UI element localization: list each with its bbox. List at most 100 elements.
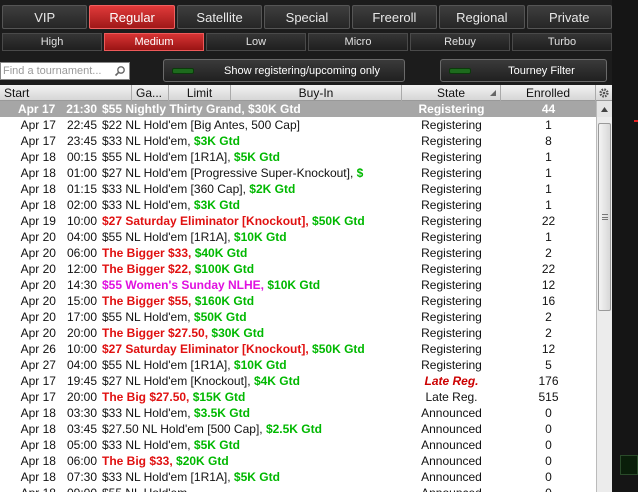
lobby-window: VIP Regular Satellite Special Freeroll Region…	[0, 0, 638, 492]
speed-tab-medium[interactable]: Medium	[104, 33, 204, 51]
name-text: $27 Saturday Eliminator [Knockout],	[102, 342, 313, 356]
tournament-name: The Big $27.50, $15K Gtd	[99, 389, 402, 405]
guarantee-text: $	[356, 166, 364, 180]
tournament-name: $33 NL Hold'em, $3K Gtd	[99, 133, 402, 149]
table-row[interactable]: Apr 26 10:00 $27 Saturday Eliminator [Kno…	[0, 341, 596, 357]
state-text: Announced	[421, 470, 482, 484]
state-cell: Registering	[402, 261, 501, 277]
table-row[interactable]: Apr 18 02:00 $33 NL Hold'em, $3K Gtd Regis…	[0, 197, 596, 213]
table-row[interactable]: Apr 27 04:00 $55 NL Hold'em [1R1A], $10K …	[0, 357, 596, 373]
tab-satellite[interactable]: Satellite	[176, 5, 263, 29]
state-cell: Announced	[402, 453, 501, 469]
enrolled-count: 12	[541, 342, 556, 356]
scroll-up-icon[interactable]	[597, 101, 612, 117]
guarantee-text: $2K Gtd	[249, 182, 296, 196]
start-time: 00:15	[66, 150, 97, 164]
guarantee-text: $3K Gtd	[193, 134, 240, 148]
tab-regular[interactable]: Regular	[89, 5, 175, 29]
table-row[interactable]: Apr 20 15:00 The Bigger $55, $160K Gtd Reg…	[0, 293, 596, 309]
scroll-thumb[interactable]	[598, 123, 611, 311]
start-time: 17:00	[66, 310, 97, 324]
table-row[interactable]: Apr 18 03:45 $27.50 NL Hold'em [500 Cap],…	[0, 421, 596, 437]
table-row[interactable]: Apr 20 06:00 The Bigger $33, $40K Gtd Regi…	[0, 245, 596, 261]
column-game[interactable]: Ga...	[132, 85, 169, 101]
guarantee-text: $15K Gtd	[192, 390, 246, 404]
state-text: Announced	[421, 454, 482, 468]
table-row[interactable]: Apr 20 14:30 $55 Women's Sunday NLHE, $10…	[0, 277, 596, 293]
guarantee-text: $160K Gtd	[194, 294, 255, 308]
enrolled-count: 2	[545, 326, 552, 340]
tab-freeroll[interactable]: Freeroll	[351, 5, 438, 29]
column-limit[interactable]: Limit	[169, 85, 231, 101]
speed-tab-turbo[interactable]: Turbo	[512, 33, 612, 51]
speed-tab-rebuy[interactable]: Rebuy	[410, 33, 510, 51]
start-date: Apr 20	[20, 326, 56, 340]
start-cell: Apr 17 19:45	[0, 373, 99, 389]
speed-tab-high[interactable]: High	[2, 33, 102, 51]
tab-vip[interactable]: VIP	[2, 5, 88, 29]
start-date: Apr 17	[20, 374, 56, 388]
table-row[interactable]: Apr 18 06:00 The Big $33, $20K Gtd Announc…	[0, 453, 596, 469]
tournament-name: $33 NL Hold'em, $5K Gtd	[99, 437, 402, 453]
enrolled-count: 1	[545, 118, 552, 132]
start-cell: Apr 20 06:00	[0, 245, 99, 261]
state-cell: Registering	[402, 149, 501, 165]
column-state[interactable]: State	[402, 85, 501, 101]
speed-tab-low[interactable]: Low	[206, 33, 306, 51]
tourney-filter-button[interactable]: Tourney Filter	[440, 59, 607, 82]
state-cell: Registering	[402, 165, 501, 181]
start-time: 15:00	[66, 294, 97, 308]
table-row[interactable]: Apr 19 10:00 $27 Saturday Eliminator [Kno…	[0, 213, 596, 229]
table-row[interactable]: Apr 17 21:30 $55 Nightly Thirty Grand, $3…	[0, 101, 596, 117]
start-date: Apr 18	[20, 182, 56, 196]
tab-private[interactable]: Private	[526, 5, 612, 29]
table-row[interactable]: Apr 20 04:00 $55 NL Hold'em [1R1A], $10K …	[0, 229, 596, 245]
table-row[interactable]: Apr 20 17:00 $55 NL Hold'em, $50K Gtd Regi…	[0, 309, 596, 325]
search-input[interactable]	[1, 63, 113, 79]
start-time: 03:30	[66, 406, 97, 420]
guarantee-text: $4K Gtd	[253, 374, 300, 388]
start-time: 20:00	[66, 326, 97, 340]
table-row[interactable]: Apr 18 03:30 $33 NL Hold'em, $3.5K Gtd Ann…	[0, 405, 596, 421]
state-cell: Late Reg.	[402, 373, 501, 389]
search-box[interactable]	[0, 62, 130, 80]
gear-icon[interactable]	[596, 85, 612, 101]
table-row[interactable]: Apr 20 12:00 The Bigger $22, $100K Gtd Reg…	[0, 261, 596, 277]
table-row[interactable]: Apr 18 07:30 $33 NL Hold'em [1R1A], $5K G…	[0, 469, 596, 485]
column-start[interactable]: Start	[0, 85, 132, 101]
table-row[interactable]: Apr 20 20:00 The Bigger $27.50, $30K Gtd R…	[0, 325, 596, 341]
tab-special[interactable]: Special	[264, 5, 350, 29]
enrolled-count: 1	[545, 182, 552, 196]
table-row[interactable]: Apr 17 22:45 $22 NL Hold'em [Big Antes, 5…	[0, 117, 596, 133]
table-row[interactable]: Apr 18 01:15 $33 NL Hold'em [360 Cap], $2…	[0, 181, 596, 197]
tab-regional[interactable]: Regional	[439, 5, 525, 29]
search-icon[interactable]	[113, 64, 127, 78]
start-date: Apr 26	[20, 342, 56, 356]
vertical-scrollbar[interactable]	[596, 101, 612, 492]
speed-tab-micro[interactable]: Micro	[308, 33, 408, 51]
start-date: Apr 17	[20, 134, 56, 148]
table-row[interactable]: Apr 17 19:45 $27 NL Hold'em [Knockout], $…	[0, 373, 596, 389]
table-row[interactable]: Apr 18 01:00 $27 NL Hold'em [Progressive …	[0, 165, 596, 181]
state-text: Registering	[421, 182, 482, 196]
table-row[interactable]: Apr 18 09:00$55 NL Hold'emAnnounced0	[0, 485, 596, 492]
toggle-indicator-icon	[172, 67, 194, 74]
column-buyin[interactable]: Buy-In	[231, 85, 402, 101]
table-row[interactable]: Apr 17 23:45 $33 NL Hold'em, $3K Gtd Regis…	[0, 133, 596, 149]
state-text: Late Reg.	[424, 374, 479, 388]
show-registering-toggle[interactable]: Show registering/upcoming only	[163, 59, 405, 82]
table-row[interactable]: Apr 18 05:00 $33 NL Hold'em, $5K Gtd Annou…	[0, 437, 596, 453]
column-enrolled[interactable]: Enrolled	[501, 85, 596, 101]
table-row[interactable]: Apr 18 00:15 $55 NL Hold'em [1R1A], $5K G…	[0, 149, 596, 165]
name-text: $27.50 NL Hold'em [500 Cap],	[102, 422, 266, 436]
enrolled-count: 44	[541, 102, 556, 116]
start-date: Apr 20	[20, 246, 56, 260]
start-date: Apr 20	[20, 294, 56, 308]
name-text: $55 NL Hold'em [1R1A],	[102, 358, 234, 372]
table-row[interactable]: Apr 17 20:00 The Big $27.50, $15K Gtd Late…	[0, 389, 596, 405]
guarantee-text: $5K Gtd	[193, 438, 240, 452]
enrolled-count: 1	[545, 198, 552, 212]
